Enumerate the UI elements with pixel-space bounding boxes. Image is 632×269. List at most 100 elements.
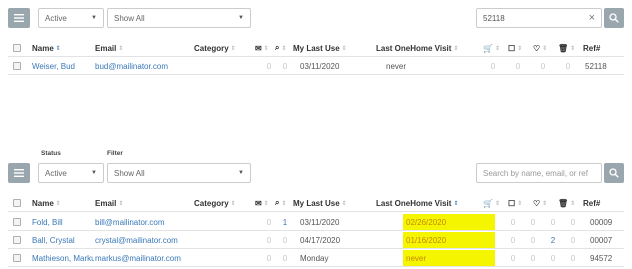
favorite-count: 0	[540, 61, 546, 71]
column-header-comments[interactable]: ☐ ⇕	[508, 40, 522, 56]
email-count: 0	[266, 235, 272, 245]
sort-icon: ⇕	[570, 200, 576, 207]
last-visit: never	[403, 250, 495, 266]
column-header-emails[interactable]: ✉ ⇕	[255, 195, 269, 211]
search-input[interactable]: Search by name, email, or ref	[476, 163, 602, 183]
status-select[interactable]: Active ▼	[38, 8, 104, 28]
search-button[interactable]	[604, 163, 624, 183]
column-header-email[interactable]: Email ⇕	[95, 195, 155, 211]
cart-count: 0	[510, 217, 516, 227]
comment-icon: ☐	[508, 198, 516, 208]
table-row[interactable]: Mathieson, Markus markus@mailinator.com …	[8, 250, 624, 267]
top-table-header: Name ⇕ Email ⇕ Category ⇕ ✉ ⇕ ⌕ ⇕ My Last Use…	[8, 40, 624, 57]
trash-icon: 🗑	[558, 43, 569, 53]
row-checkbox[interactable]	[13, 58, 21, 74]
filter-select-value: Show All	[114, 13, 145, 23]
checkbox-icon	[13, 254, 21, 262]
table-row[interactable]: Weiser, Bud bud@mailinator.com 0 0 03/11…	[8, 58, 624, 75]
column-header-comments[interactable]: ☐ ⇕	[508, 195, 522, 211]
cart-count: 0	[490, 61, 496, 71]
column-header-name[interactable]: Name ⇕	[32, 195, 90, 211]
search-icon	[609, 168, 619, 178]
column-header-trash[interactable]: 🗑 ⇕	[558, 40, 575, 56]
cart-icon: 🛒	[483, 43, 493, 53]
column-header-email[interactable]: Email ⇕	[95, 40, 155, 56]
sort-icon: ⇕	[281, 45, 287, 52]
contact-email-link[interactable]: crystal@mailinator.com	[95, 232, 191, 248]
contact-name-link[interactable]: Mathieson, Markus	[32, 250, 94, 266]
column-header-ref[interactable]: Ref#	[583, 195, 617, 211]
row-checkbox[interactable]	[13, 214, 21, 230]
my-last-use: Monday	[300, 253, 329, 263]
contact-name-link[interactable]: Ball, Crystal	[32, 232, 94, 248]
checkbox-icon	[13, 236, 21, 244]
sort-icon: ⇕	[517, 45, 523, 52]
chevron-down-icon: ▼	[91, 15, 97, 21]
contact-email-link[interactable]: bud@mailinator.com	[95, 58, 191, 74]
clear-search-icon[interactable]: ×	[589, 12, 595, 24]
contact-email-link[interactable]: bill@mailinator.com	[95, 214, 191, 230]
sort-icon: ⇕	[453, 200, 459, 207]
filter-select[interactable]: Show All ▼	[107, 8, 251, 28]
search-input-value: 52118	[483, 13, 505, 23]
last-visit: 01/16/2020	[403, 232, 495, 248]
filter-select[interactable]: Show All ▼	[107, 163, 251, 183]
email-icon: ✉	[255, 198, 262, 208]
column-header-emails[interactable]: ✉ ⇕	[255, 40, 269, 56]
search-count[interactable]: 1	[278, 214, 292, 230]
favorite-count[interactable]: 2	[546, 232, 560, 248]
column-header-last-visit[interactable]: Last OneHome Visit ⇕	[376, 40, 476, 56]
trash-icon: 🗑	[558, 198, 569, 208]
column-header-last-visit[interactable]: Last OneHome Visit ⇕	[376, 195, 476, 211]
sort-icon: ⇕	[542, 45, 548, 52]
column-header-favorites[interactable]: ♡ ⇕	[533, 195, 547, 211]
table-row[interactable]: Ball, Crystal crystal@mailinator.com 0 0…	[8, 232, 624, 249]
last-visit: 02/26/2020	[403, 214, 495, 230]
column-header-category[interactable]: Category ⇕	[194, 40, 250, 56]
chevron-down-icon: ▼	[238, 15, 244, 21]
heart-icon: ♡	[533, 198, 541, 208]
favorite-count: 0	[550, 253, 556, 263]
bottom-toolbar: Active ▼ Show All ▼	[8, 163, 251, 183]
filter-select-value: Show All	[114, 168, 145, 178]
column-header-cart[interactable]: 🛒 ⇕	[483, 40, 500, 56]
list-menu-button[interactable]	[8, 8, 30, 28]
cart-count: 0	[510, 235, 516, 245]
column-header-searches[interactable]: ⌕ ⇕	[275, 195, 287, 211]
my-last-use: 03/11/2020	[300, 217, 340, 227]
favorite-count: 0	[550, 217, 556, 227]
contact-name-link[interactable]: Fold, Bill	[32, 214, 94, 230]
column-header-category[interactable]: Category ⇕	[194, 195, 250, 211]
column-header-cart[interactable]: 🛒 ⇕	[483, 195, 500, 211]
search-count-icon: ⌕	[275, 198, 280, 207]
column-header-my-last-use[interactable]: My Last Use ⇕	[293, 195, 355, 211]
contact-name-link[interactable]: Weiser, Bud	[32, 58, 94, 74]
checkbox-icon	[13, 62, 21, 70]
column-header-trash[interactable]: 🗑 ⇕	[558, 195, 575, 211]
search-input[interactable]: 52118 ×	[476, 8, 602, 28]
comment-count: 0	[530, 217, 536, 227]
column-header-my-last-use[interactable]: My Last Use ⇕	[293, 40, 355, 56]
select-all-checkbox[interactable]	[13, 40, 21, 56]
list-menu-button[interactable]	[8, 163, 30, 183]
contact-email-link[interactable]: markus@mailinator.com	[95, 250, 191, 266]
search-count: 0	[282, 235, 288, 245]
column-header-ref[interactable]: Ref#	[583, 40, 617, 56]
column-header-favorites[interactable]: ♡ ⇕	[533, 40, 547, 56]
email-icon: ✉	[255, 43, 262, 53]
row-checkbox[interactable]	[13, 232, 21, 248]
table-row[interactable]: Fold, Bill bill@mailinator.com 0 1 03/11…	[8, 214, 624, 231]
column-header-name[interactable]: Name ⇕	[32, 40, 90, 56]
chevron-down-icon: ▼	[238, 170, 244, 176]
select-all-checkbox[interactable]	[13, 195, 21, 211]
status-select[interactable]: Active ▼	[38, 163, 104, 183]
sort-icon: ⇕	[263, 200, 269, 207]
sort-icon: ⇕	[55, 45, 61, 52]
bottom-table-header: Name ⇕ Email ⇕ Category ⇕ ✉ ⇕ ⌕ ⇕ My Last Use…	[8, 195, 624, 212]
cart-count: 0	[510, 253, 516, 263]
search-button[interactable]	[604, 8, 624, 28]
column-header-searches[interactable]: ⌕ ⇕	[275, 40, 287, 56]
cart-icon: 🛒	[483, 198, 493, 208]
row-checkbox[interactable]	[13, 250, 21, 266]
search-icon	[609, 13, 619, 23]
